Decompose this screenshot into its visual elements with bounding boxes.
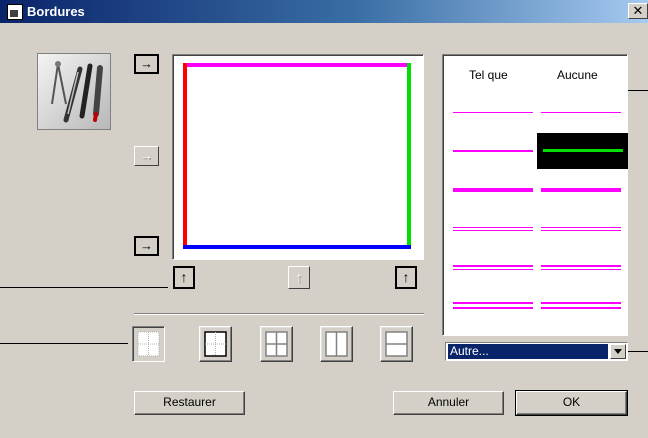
line-style-option[interactable] xyxy=(453,188,533,192)
preset-vertical-button[interactable] xyxy=(320,326,353,362)
chevron-down-icon xyxy=(614,349,622,354)
col-right-header: Aucune xyxy=(557,68,598,82)
inner-horizontal-border-button[interactable]: → xyxy=(134,146,159,166)
arrow-up-icon: ↑ xyxy=(402,269,410,285)
line-style-option[interactable] xyxy=(541,227,621,231)
line-style-option[interactable] xyxy=(453,302,533,309)
preview-bottom-border xyxy=(183,245,411,249)
window-title: Bordures xyxy=(27,4,85,19)
tools-illustration-icon xyxy=(37,53,111,130)
ok-button[interactable]: OK xyxy=(515,390,628,416)
cancel-label: Annuler xyxy=(427,395,470,409)
top-border-button[interactable]: → xyxy=(134,54,159,74)
line-style-option[interactable] xyxy=(541,112,621,113)
callout-line xyxy=(0,287,168,288)
selected-line-sample xyxy=(543,149,623,152)
preview-right-border xyxy=(407,63,411,249)
preset-vertical-icon xyxy=(325,331,348,357)
preset-outline-button[interactable] xyxy=(199,326,232,362)
line-style-option[interactable] xyxy=(541,188,621,192)
arrow-right-icon: → xyxy=(140,56,153,71)
bottom-border-button[interactable]: → xyxy=(134,236,159,256)
separator xyxy=(134,313,424,315)
preset-outline-icon xyxy=(204,331,227,357)
close-button[interactable]: ✕ xyxy=(628,3,648,19)
callout-line xyxy=(628,351,648,352)
cancel-button[interactable]: Annuler xyxy=(393,391,504,415)
line-style-option[interactable] xyxy=(453,265,533,270)
right-border-button[interactable]: ↑ xyxy=(395,266,417,289)
restore-label: Restaurer xyxy=(163,395,216,409)
line-style-option[interactable] xyxy=(453,227,533,231)
line-style-panel[interactable]: Tel que Aucune xyxy=(442,54,628,336)
callout-line xyxy=(0,343,128,344)
preset-none-icon xyxy=(137,331,160,357)
title-bar: Bordures ✕ xyxy=(0,0,648,23)
dropdown-button[interactable] xyxy=(610,344,626,359)
color-select-value: Autre... xyxy=(448,344,608,359)
color-select[interactable]: Autre... xyxy=(445,342,628,361)
ok-label: OK xyxy=(562,395,581,409)
line-style-option[interactable] xyxy=(541,265,621,270)
arrow-right-icon: → xyxy=(140,148,153,163)
line-style-selected[interactable] xyxy=(537,133,628,169)
preset-horizontal-button[interactable] xyxy=(380,326,413,362)
line-style-option[interactable] xyxy=(453,150,533,152)
arrow-right-icon: → xyxy=(140,238,153,253)
preview-top-border xyxy=(183,63,411,67)
preset-all-button[interactable] xyxy=(260,326,293,362)
arrow-up-icon: ↑ xyxy=(295,269,303,285)
inner-vertical-border-button[interactable]: ↑ xyxy=(288,266,310,289)
preset-horizontal-icon xyxy=(385,331,408,357)
app-icon xyxy=(7,4,23,20)
ok-button-face: OK xyxy=(516,391,627,415)
line-style-option[interactable] xyxy=(453,112,533,113)
preset-all-icon xyxy=(265,331,288,357)
border-preview[interactable] xyxy=(172,54,424,260)
left-border-button[interactable]: ↑ xyxy=(173,266,195,289)
close-icon: ✕ xyxy=(632,3,644,18)
preset-none-button[interactable] xyxy=(132,326,165,362)
restore-button[interactable]: Restaurer xyxy=(134,391,245,415)
col-left-header: Tel que xyxy=(469,68,508,82)
line-style-option[interactable] xyxy=(541,302,621,309)
preview-left-border xyxy=(183,63,187,249)
arrow-up-icon: ↑ xyxy=(180,269,188,285)
